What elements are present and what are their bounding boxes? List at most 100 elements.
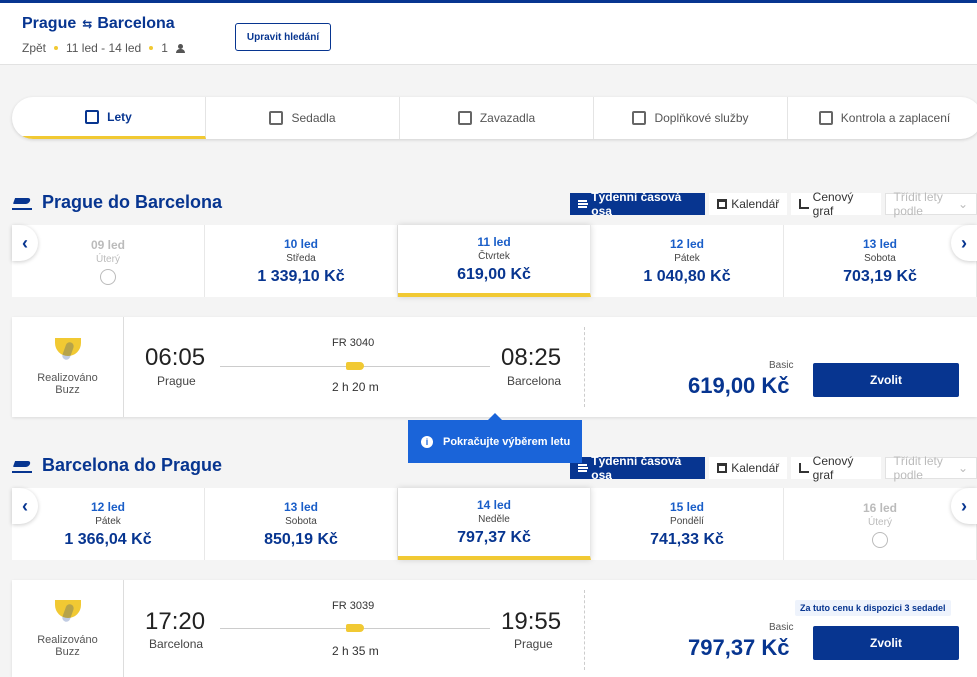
inbound-flight-card[interactable]: Realizováno Buzz 17:20 Barcelona FR 3039… <box>12 580 977 677</box>
date-option[interactable]: 10 led Středa 1 339,10 Kč <box>205 225 398 297</box>
bus-icon <box>632 111 647 125</box>
plane-icon <box>346 624 364 632</box>
flight-number: FR 3039 <box>332 600 375 612</box>
list-icon <box>578 464 589 472</box>
weekday-label: Pondělí <box>670 515 704 527</box>
edit-search-button[interactable]: Upravit hledání <box>235 23 331 51</box>
date-option: 09 led Úterý <box>12 225 205 297</box>
departure-time: 06:05 <box>145 344 206 371</box>
flight-price: 619,00 Kč <box>688 373 790 398</box>
date-label: 15 led <box>669 499 705 514</box>
flight-price: 797,37 Kč <box>688 635 790 660</box>
date-price: 1 366,04 Kč <box>64 530 152 548</box>
date-label: 12 led <box>90 499 126 514</box>
weekday-label: Pátek <box>95 515 121 527</box>
bar-chart-icon <box>799 463 809 473</box>
booking-stepper: Lety Sedadla Zavazadla Doplňkové služby Kont… <box>12 97 977 139</box>
date-label: 10 led <box>283 236 319 251</box>
weekday-label: Úterý <box>868 516 892 528</box>
tab-label: Cenový graf <box>812 454 854 482</box>
step-1[interactable]: Sedadla <box>206 97 400 139</box>
plane-takeoff-icon <box>12 196 32 210</box>
tab-weekly-timeline[interactable]: Týdenní časová osa <box>570 454 706 482</box>
chevron-down-icon: ⌄ <box>957 197 968 211</box>
tab-label: Kalendář <box>731 461 780 475</box>
arrival-city: Prague <box>514 637 553 651</box>
date-option: 16 led Úterý <box>784 488 977 560</box>
step-0[interactable]: Lety <box>12 97 206 139</box>
trip-meta: Zpět 11 led - 14 led 1 <box>22 41 185 55</box>
trip-dates: 11 led - 14 led <box>66 41 142 55</box>
step-label: Zavazadla <box>479 111 536 125</box>
tab-price-graph[interactable]: Cenový graf <box>791 190 881 218</box>
date-price: 1 040,80 Kč <box>643 267 731 285</box>
fare-type: Basic <box>769 360 794 371</box>
date-price: 741,33 Kč <box>650 530 724 548</box>
date-label: 09 led <box>90 237 126 252</box>
outbound-date-strip: ‹ 09 led Úterý 10 led Středa 1 339,10 Kč 11 le… <box>12 225 977 297</box>
date-label: 12 led <box>669 236 705 251</box>
person-icon <box>175 43 185 53</box>
tab-label: Týdenní časová osa <box>591 190 682 218</box>
chevron-down-icon: ⌄ <box>957 461 968 475</box>
date-option[interactable]: 12 led Pátek 1 040,80 Kč <box>591 225 784 297</box>
passenger-count: 1 <box>161 41 168 55</box>
info-icon: i <box>421 435 433 448</box>
step-2[interactable]: Zavazadla <box>400 97 594 139</box>
date-price: 797,37 Kč <box>457 528 531 546</box>
date-option[interactable]: 13 led Sobota 703,19 Kč <box>784 225 977 297</box>
bar-chart-icon <box>799 199 809 209</box>
tab-weekly-timeline[interactable]: Týdenní časová osa <box>570 190 706 218</box>
sort-select[interactable]: Třídit lety podle ⌄ <box>884 454 977 482</box>
date-label: 13 led <box>862 236 898 251</box>
weekday-label: Čtvrtek <box>478 250 510 262</box>
date-option[interactable]: 12 led Pátek 1 366,04 Kč <box>12 488 205 560</box>
weekday-label: Neděle <box>478 513 510 525</box>
tab-label: Kalendář <box>731 197 780 211</box>
seat-icon <box>269 111 284 125</box>
plane-icon <box>85 109 100 124</box>
sort-placeholder: Třídit lety podle <box>893 454 943 482</box>
flight-duration: 2 h 35 m <box>332 644 379 658</box>
date-option[interactable]: 11 led Čtvrtek 619,00 Kč <box>398 225 591 297</box>
date-option[interactable]: 13 led Sobota 850,19 Kč <box>205 488 398 560</box>
tab-calendar[interactable]: Kalendář <box>709 457 788 479</box>
sort-select[interactable]: Třídit lety podle ⌄ <box>884 190 977 218</box>
select-flight-button[interactable]: Zvolit <box>813 363 959 397</box>
arrival-time: 19:55 <box>501 608 562 635</box>
round-trip-icon: ⇆ <box>82 17 92 31</box>
airline-logo-icon <box>54 338 81 362</box>
inbound-view-tabs: Týdenní časová osa Kalendář Cenový graf … <box>570 454 977 482</box>
departure-time: 17:20 <box>145 608 206 635</box>
step-label: Doplňkové služby <box>654 111 749 125</box>
calendar-icon <box>717 199 728 209</box>
step-4[interactable]: Kontrola a zaplacení <box>788 97 977 139</box>
date-label: 14 led <box>476 497 512 512</box>
date-price: 703,19 Kč <box>843 267 917 285</box>
step-3[interactable]: Doplňkové služby <box>594 97 788 139</box>
tooltip-text: Pokračujte výběrem letu <box>443 435 571 448</box>
route-title: Prague ⇆ Barcelona <box>22 15 175 33</box>
arrival-city: Barcelona <box>507 374 562 388</box>
weekday-label: Sobota <box>285 515 317 527</box>
airline-logo-icon <box>54 599 81 624</box>
divider <box>584 327 585 407</box>
unavailable-icon <box>872 531 888 548</box>
continue-tooltip: i Pokračujte výběrem letu <box>408 413 582 463</box>
tab-price-graph[interactable]: Cenový graf <box>791 454 881 482</box>
outbound-flight-card[interactable]: Realizováno Buzz 06:05 Prague FR 3040 2 … <box>12 317 977 417</box>
destination-city: Barcelona <box>97 15 175 32</box>
departure-city: Barcelona <box>149 637 204 651</box>
date-option[interactable]: 14 led Neděle 797,37 Kč <box>398 488 591 560</box>
outbound-title-text: Prague do Barcelona <box>42 192 223 212</box>
flight-duration: 2 h 20 m <box>332 380 379 394</box>
card-icon <box>818 111 833 125</box>
date-option[interactable]: 15 led Pondělí 741,33 Kč <box>591 488 784 560</box>
trip-type: Zpět <box>22 41 47 55</box>
step-label: Kontrola a zaplacení <box>840 111 951 125</box>
select-flight-button[interactable]: Zvolit <box>813 626 959 660</box>
tab-calendar[interactable]: Kalendář <box>709 193 788 215</box>
date-label: 16 led <box>862 500 898 515</box>
tab-label: Týdenní časová osa <box>591 454 682 482</box>
operator: Realizováno Buzz <box>12 580 124 677</box>
